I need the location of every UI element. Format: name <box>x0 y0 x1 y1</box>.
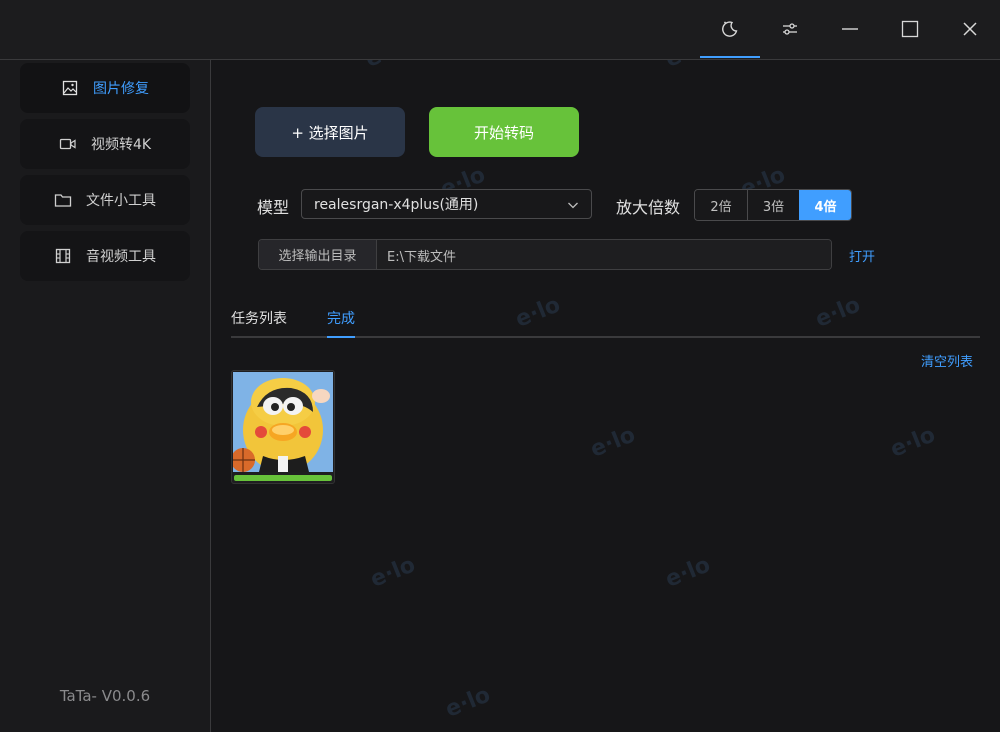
model-select-value: realesrgan-x4plus(通用) <box>314 197 479 213</box>
open-output-link[interactable]: 打开 <box>849 246 875 265</box>
completed-task-thumbnail[interactable] <box>231 370 335 484</box>
scale-label: 放大倍数 <box>616 198 681 217</box>
sidebar-item-file-tools[interactable]: 文件小工具 <box>20 175 190 225</box>
maximize-icon <box>901 20 919 38</box>
maximize-button[interactable] <box>880 0 940 58</box>
settings-sliders-icon <box>781 20 799 38</box>
sidebar-item-label: 图片修复 <box>93 81 149 97</box>
sidebar-item-image-repair[interactable]: 图片修复 <box>20 63 190 113</box>
scale-selector: 2倍 3倍 4倍 <box>694 189 852 221</box>
scale-option-2x[interactable]: 2倍 <box>695 190 747 220</box>
clear-list-link[interactable]: 清空列表 <box>921 351 973 370</box>
start-transcode-button[interactable]: 开始转码 <box>429 107 579 157</box>
tab-task-list[interactable]: 任务列表 <box>231 308 287 336</box>
close-button[interactable] <box>940 0 1000 58</box>
sidebar-item-av-tools[interactable]: 音视频工具 <box>20 231 190 281</box>
video-icon <box>59 135 77 153</box>
task-tabs: 任务列表 完成 <box>231 306 980 338</box>
image-icon <box>61 79 79 97</box>
duck-cartoon-image <box>233 372 333 472</box>
chevron-down-icon <box>567 199 579 215</box>
output-directory-row: 选择输出目录 <box>258 239 832 270</box>
theme-toggle-button[interactable] <box>700 0 760 58</box>
main-panel: + 选择图片 开始转码 模型 realesrgan-x4plus(通用) 放大倍… <box>211 60 1000 732</box>
title-bar <box>0 0 1000 60</box>
sidebar-item-video-4k[interactable]: 视频转4K <box>20 119 190 169</box>
model-select[interactable]: realesrgan-x4plus(通用) <box>301 189 592 219</box>
scale-option-4x[interactable]: 4倍 <box>799 190 851 220</box>
folder-icon <box>54 191 72 209</box>
sidebar-item-label: 音视频工具 <box>86 249 156 265</box>
minimize-icon <box>841 20 859 38</box>
sidebar-item-label: 视频转4K <box>90 137 152 153</box>
minimize-button[interactable] <box>820 0 880 58</box>
output-path-input[interactable] <box>377 240 831 269</box>
task-progress-bar <box>234 475 332 481</box>
settings-button[interactable] <box>760 0 820 58</box>
sidebar: 图片修复 视频转4K 文件小工具 音视频工具 TaTa- V0.0.6 <box>0 60 211 732</box>
scale-option-3x[interactable]: 3倍 <box>747 190 799 220</box>
choose-output-dir-button[interactable]: 选择输出目录 <box>259 240 377 269</box>
app-version: TaTa- V0.0.6 <box>59 687 151 705</box>
moon-icon <box>721 20 739 38</box>
sidebar-item-label: 文件小工具 <box>86 193 156 209</box>
tab-completed[interactable]: 完成 <box>327 308 355 338</box>
select-image-button[interactable]: + 选择图片 <box>255 107 405 157</box>
app-window: e·lo e·lo e·lo e·lo e·lo e·lo e·lo e·lo … <box>0 0 1000 732</box>
close-icon <box>961 20 979 38</box>
task-progress-fill <box>234 475 332 481</box>
model-label: 模型 <box>257 198 290 217</box>
film-icon <box>54 247 72 265</box>
